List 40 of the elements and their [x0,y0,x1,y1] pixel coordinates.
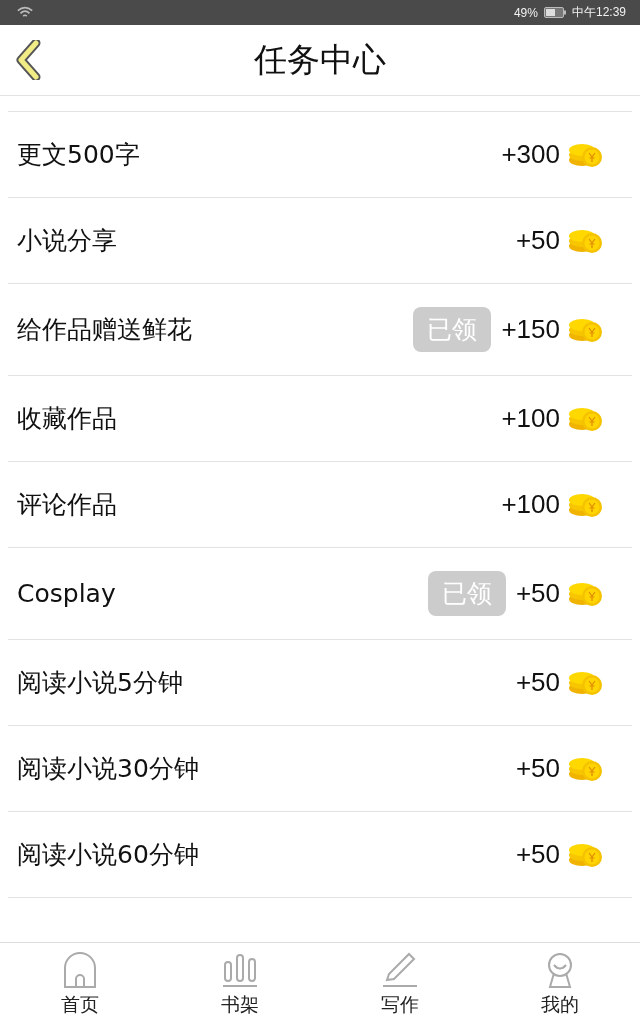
coins-icon [568,841,604,868]
task-name: 收藏作品 [17,403,118,435]
coins-icon [568,580,604,607]
clock: 中午12:39 [571,4,626,21]
reward-amount: +50 [515,578,560,609]
battery-percent: 49% [513,5,538,20]
reward-amount: +50 [515,225,560,256]
battery-icon [543,7,566,18]
coins-icon [568,316,604,343]
task-name: Cosplay [17,579,117,608]
reward-amount: +50 [515,839,560,870]
task-name: 评论作品 [17,489,118,521]
reward-amount: +100 [501,489,560,520]
tab-item[interactable]: 我的 [480,943,640,1024]
wifi-icon [16,6,34,19]
pencil-icon [382,952,418,988]
task-name: 阅读小说60分钟 [17,839,200,871]
tab-item[interactable]: 书架 [160,943,320,1024]
coins-icon [568,405,604,432]
task-name: 阅读小说30分钟 [17,753,200,785]
reward-amount: +100 [501,403,560,434]
task-name: 小说分享 [17,225,118,257]
reward-amount: +50 [515,667,560,698]
bar-chart-icon [222,952,258,988]
task-name: 更文500字 [17,139,141,171]
reward-amount: +150 [501,314,560,345]
coins-icon [568,755,604,782]
reward-amount: +50 [515,753,560,784]
coins-icon [568,227,604,254]
tab-item[interactable]: 首页 [0,943,160,1024]
reward-amount: +300 [501,139,560,170]
task-name: 阅读小说5分钟 [17,667,184,699]
back-icon[interactable] [16,40,42,80]
page-title: 任务中心 [254,38,386,81]
task-name: 给作品赠送鲜花 [17,314,193,346]
coins-icon [568,491,604,518]
house-icon [62,952,98,988]
coins-icon [568,141,604,168]
tab-item[interactable]: 写作 [320,943,480,1024]
coins-icon [568,669,604,696]
